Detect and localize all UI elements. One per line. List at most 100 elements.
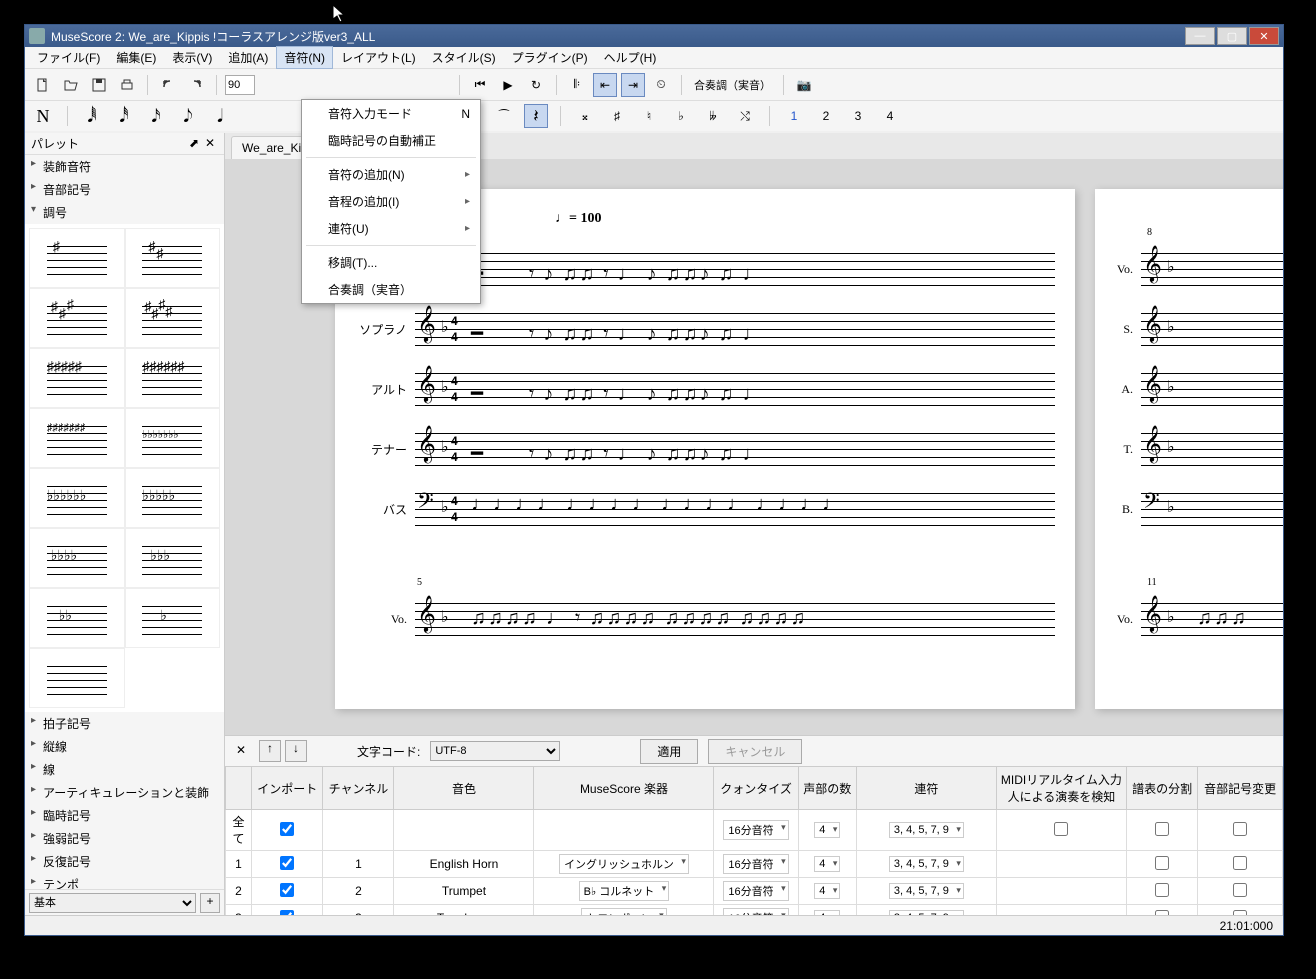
note-input-mode-button[interactable]: N	[31, 104, 55, 128]
menu-edit[interactable]: 編集(E)	[108, 46, 164, 69]
flip-button[interactable]: ⤭	[733, 104, 757, 128]
instrument-cell[interactable]: B♭ コルネット	[534, 878, 714, 905]
voices-cell[interactable]: 4	[798, 851, 856, 878]
move-up-button[interactable]: ↑	[259, 740, 281, 762]
natural-button[interactable]: ♮	[637, 104, 661, 128]
split-checkbox[interactable]	[1155, 856, 1169, 870]
keysig-cs-major[interactable]: ♯♯♯♯♯♯♯	[29, 408, 125, 468]
voice-2[interactable]: 2	[814, 104, 838, 128]
import-checkbox-cell[interactable]	[252, 905, 323, 916]
loop-button[interactable]: ↻	[524, 73, 548, 97]
palette-undock-icon[interactable]: ⬈	[186, 136, 202, 152]
move-down-button[interactable]: ↓	[285, 740, 307, 762]
instrument-cell[interactable]: トロンボーン	[534, 905, 714, 916]
dd-tuplets[interactable]: 連符(U)▸	[302, 215, 480, 242]
import-checkbox[interactable]	[280, 856, 294, 870]
split-cell[interactable]	[1126, 905, 1197, 916]
split-cell[interactable]	[1126, 878, 1197, 905]
split-checkbox[interactable]	[1155, 822, 1169, 836]
dd-respell-pitches[interactable]: 臨時記号の自動補正	[302, 127, 480, 154]
table-row[interactable]: 3 3 Trombone トロンボーン 16分音符 4 3, 4, 5, 7, …	[226, 905, 1283, 916]
palette-item-tempo[interactable]: テンポ	[25, 873, 224, 889]
staff-p2-s[interactable]: S.𝄞♭	[1105, 299, 1283, 359]
print-button[interactable]	[115, 73, 139, 97]
quantize-cell[interactable]: 16分音符	[714, 905, 798, 916]
dd-add-notes[interactable]: 音符の追加(N)▸	[302, 161, 480, 188]
palette-item-articulations[interactable]: アーティキュレーションと装飾	[25, 781, 224, 804]
flat-button[interactable]: ♭	[669, 104, 693, 128]
minimize-button[interactable]: —	[1185, 27, 1215, 45]
duration-8th[interactable]: 𝅘𝅥𝅮	[176, 104, 200, 128]
clef-cell[interactable]	[1198, 905, 1283, 916]
play-button[interactable]: ▶	[496, 73, 520, 97]
apply-button[interactable]: 適用	[640, 739, 698, 764]
keysig-c-major[interactable]	[29, 648, 125, 708]
duration-quarter[interactable]: 𝅘𝅥	[208, 104, 232, 128]
quantize-cell[interactable]: 16分音符	[714, 878, 798, 905]
palette-item-timesig[interactable]: 拍子記号	[25, 712, 224, 735]
split-cell[interactable]	[1126, 810, 1197, 851]
duration-32nd[interactable]: 𝅘𝅥𝅰	[112, 104, 136, 128]
palette-item-clefs[interactable]: 音部記号	[25, 178, 224, 201]
voices-cell[interactable]: 4	[798, 905, 856, 916]
keysig-d-major[interactable]: ♯♯	[125, 228, 221, 288]
keysig-gb-major[interactable]: ♭♭♭♭♭♭	[29, 468, 125, 528]
new-file-button[interactable]	[31, 73, 55, 97]
rest-button[interactable]: 𝄽	[524, 104, 548, 128]
menu-plugin[interactable]: プラグイン(P)	[504, 46, 596, 69]
titlebar[interactable]: MuseScore 2: We_are_Kippis !コーラスアレンジ版ver…	[25, 25, 1283, 47]
palette-item-barlines[interactable]: 縦線	[25, 735, 224, 758]
palette-item-dynamics[interactable]: 強弱記号	[25, 827, 224, 850]
loop-in-button[interactable]: ⇤	[593, 73, 617, 97]
midi-human-cell[interactable]	[996, 851, 1126, 878]
voices-cell[interactable]: 4	[798, 878, 856, 905]
voices-cell[interactable]: 4	[798, 810, 856, 851]
menu-help[interactable]: ヘルプ(H)	[596, 46, 665, 69]
palette-item-accidentals[interactable]: 臨時記号	[25, 804, 224, 827]
clef-cell[interactable]	[1198, 878, 1283, 905]
palette-item-repeats[interactable]: 反復記号	[25, 850, 224, 873]
keysig-f-major[interactable]: ♭	[125, 588, 221, 648]
menu-notes[interactable]: 音符(N)	[276, 46, 333, 69]
clef-checkbox[interactable]	[1233, 856, 1247, 870]
voice-1[interactable]: 1	[782, 104, 806, 128]
staff-p2-b[interactable]: B.𝄢♭	[1105, 479, 1283, 539]
import-checkbox-cell[interactable]	[252, 810, 323, 851]
zoom-input[interactable]	[225, 75, 255, 95]
double-sharp-button[interactable]: 𝄪	[573, 104, 597, 128]
dd-note-input-mode[interactable]: 音符入力モードN	[302, 100, 480, 127]
midi-human-cell[interactable]	[996, 905, 1126, 916]
duration-64th[interactable]: 𝅘𝅥𝅱	[80, 104, 104, 128]
double-flat-button[interactable]: 𝄫	[701, 104, 725, 128]
rewind-button[interactable]: ⏮	[468, 73, 492, 97]
dd-concert-pitch[interactable]: 合奏調（実音）	[302, 276, 480, 303]
midi-panel-close-icon[interactable]: ✕	[233, 743, 249, 759]
cancel-button[interactable]: キャンセル	[708, 739, 802, 764]
midi-human-cell[interactable]	[996, 810, 1126, 851]
import-checkbox[interactable]	[280, 883, 294, 897]
staff-soprano[interactable]: ソプラノ 𝄞♭44━ 𝄾 ♪ ♫♫ 𝄾 ♩ ♪ ♫♫♪ ♫ ♩	[355, 299, 1055, 359]
staff-tenor[interactable]: テナー 𝄞♭44━ 𝄾 ♪ ♫♫ 𝄾 ♩ ♪ ♫♫♪ ♫ ♩	[355, 419, 1055, 479]
tempo-marking[interactable]: ♩= 100	[555, 211, 601, 227]
maximize-button[interactable]: ▢	[1217, 27, 1247, 45]
tuplet-cell[interactable]: 3, 4, 5, 7, 9	[856, 810, 996, 851]
table-row[interactable]: 2 2 Trumpet B♭ コルネット 16分音符 4 3, 4, 5, 7,…	[226, 878, 1283, 905]
staff-p2-a[interactable]: A.𝄞♭	[1105, 359, 1283, 419]
menu-layout[interactable]: レイアウト(L)	[333, 46, 424, 69]
keysig-bb-major[interactable]: ♭♭	[29, 588, 125, 648]
table-row[interactable]: 1 1 English Horn イングリッシュホルン 16分音符 4 3, 4…	[226, 851, 1283, 878]
instrument-cell[interactable]	[534, 810, 714, 851]
keysig-ab-major[interactable]: ♭♭♭♭	[29, 528, 125, 588]
repeat-button[interactable]: 𝄆	[565, 73, 589, 97]
menu-file[interactable]: ファイル(F)	[29, 46, 108, 69]
keysig-g-major[interactable]: ♯	[29, 228, 125, 288]
palette-workspace-select[interactable]: 基本	[29, 893, 196, 913]
keysig-fs-major[interactable]: ♯♯♯♯♯♯	[125, 348, 221, 408]
encoding-select[interactable]: UTF-8	[430, 741, 560, 761]
keysig-e-major[interactable]: ♯♯♯♯	[125, 288, 221, 348]
split-cell[interactable]	[1126, 851, 1197, 878]
staff-alto[interactable]: アルト 𝄞♭44━ 𝄾 ♪ ♫♫ 𝄾 ♩ ♪ ♫♫♪ ♫ ♩	[355, 359, 1055, 419]
import-checkbox-cell[interactable]	[252, 851, 323, 878]
keysig-a-major[interactable]: ♯♯♯	[29, 288, 125, 348]
tuplet-cell[interactable]: 3, 4, 5, 7, 9	[856, 905, 996, 916]
